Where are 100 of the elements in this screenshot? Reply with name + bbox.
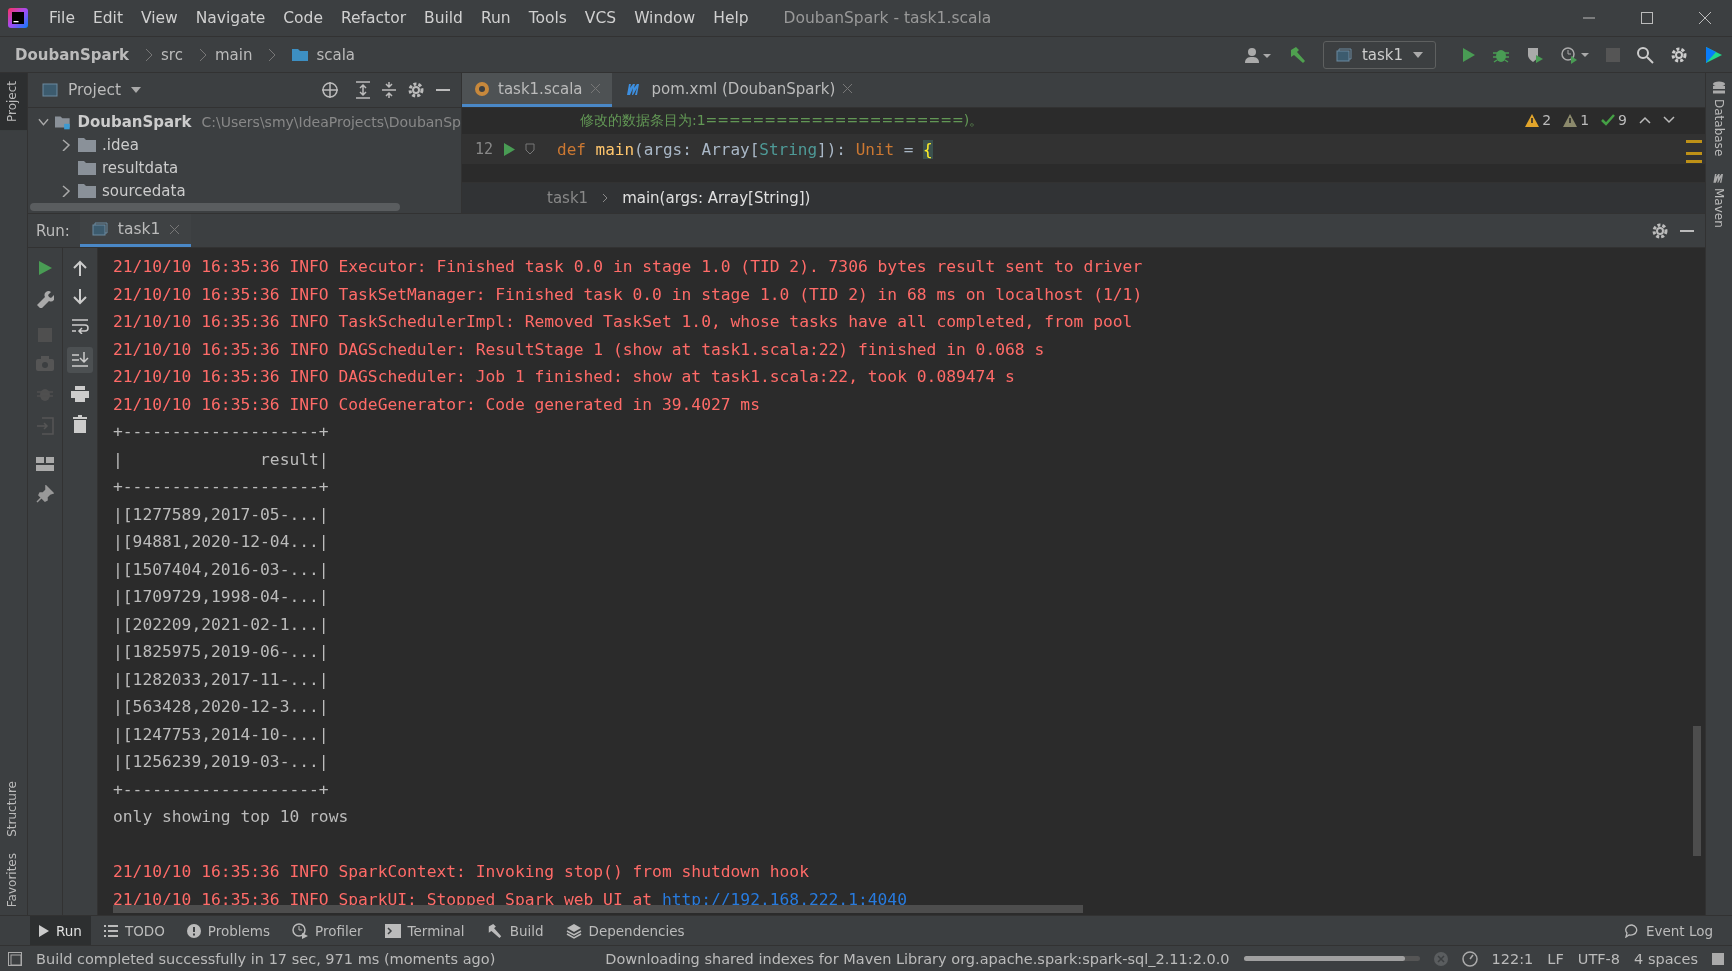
trash-icon[interactable]	[73, 415, 87, 433]
panel-toggle-icon[interactable]	[8, 951, 22, 966]
console-line: |[1709729,1998-04-...|	[113, 586, 330, 608]
console-line: |[1282033,2017-11-...|	[113, 668, 330, 691]
status-message[interactable]: Build completed successfully in 17 sec, 971 ms (moments ago)	[36, 950, 496, 967]
inspection-count[interactable]: 1	[1563, 112, 1590, 128]
tool-window-tab[interactable]: Build	[477, 916, 553, 945]
scrollbar[interactable]	[113, 905, 1083, 913]
tool-window-tab[interactable]: Maven	[1706, 164, 1732, 237]
menu-item[interactable]: Edit	[83, 9, 132, 27]
menu-item[interactable]: Run	[471, 9, 520, 27]
window-title: DoubanSpark - task1.scala	[783, 9, 992, 27]
line-number: 12	[473, 140, 493, 158]
inspection-count[interactable]: 9	[1601, 112, 1627, 128]
fold-icon[interactable]	[525, 143, 535, 155]
scrollbar[interactable]	[1693, 726, 1701, 856]
menu-item[interactable]: Code	[274, 9, 332, 27]
print-icon[interactable]	[71, 386, 89, 402]
menu-item[interactable]: View	[131, 9, 187, 27]
tool-window-tab[interactable]: Structure	[0, 772, 27, 845]
window-icon	[42, 83, 58, 97]
menu-item[interactable]: Help	[704, 9, 758, 27]
chevron-down-icon[interactable]	[1663, 116, 1675, 124]
shield-run-icon[interactable]	[1526, 45, 1544, 64]
log-line: 21/10/10 16:35:36 INFO DAGScheduler: ResultStage 1 (show at task1.scala:22) finished in 0.068 s	[113, 338, 1046, 361]
run-config-dropdown[interactable]: task1	[1322, 40, 1436, 69]
cursor-position[interactable]: 122:1	[1491, 950, 1534, 967]
tree-item[interactable]: resultdata	[28, 156, 461, 179]
plugin-logo-icon[interactable]	[1704, 44, 1724, 65]
tool-window-tab[interactable]: Profiler	[283, 916, 372, 945]
file-encoding[interactable]: UTF-8	[1577, 950, 1621, 967]
breadcrumb-item[interactable]: src	[161, 45, 183, 64]
user-icon[interactable]	[1244, 46, 1273, 63]
expand-all-icon[interactable]	[355, 81, 371, 99]
chevron-icon	[198, 47, 207, 62]
tool-window-tab[interactable]: Terminal	[375, 916, 474, 945]
layout-icon[interactable]	[36, 457, 54, 471]
panel-title[interactable]: Project	[68, 81, 122, 99]
menu-item[interactable]: Window	[625, 9, 705, 27]
run-gutter-icon[interactable]	[503, 142, 515, 156]
breadcrumb-item[interactable]: main	[214, 45, 253, 64]
collapse-all-icon[interactable]	[381, 81, 397, 99]
breadcrumb-item[interactable]: DoubanSpark	[15, 45, 129, 64]
crosshair-icon[interactable]	[321, 81, 339, 99]
scrollbar[interactable]	[30, 203, 400, 211]
soft-wrap-icon[interactable]	[71, 318, 89, 334]
close-icon[interactable]	[1698, 11, 1712, 25]
inspection-count[interactable]: 2	[1525, 112, 1552, 128]
menu-item[interactable]: Build	[415, 9, 472, 27]
tool-window-tab[interactable]: Database	[1706, 73, 1732, 165]
tool-window-tab[interactable]: Project	[0, 73, 27, 131]
run-icon[interactable]	[1460, 46, 1476, 63]
hammer-icon[interactable]	[1288, 45, 1307, 64]
breadcrumb-item[interactable]: task1	[547, 189, 589, 207]
chevron-up-icon[interactable]	[1639, 116, 1651, 124]
list-icon	[103, 924, 118, 937]
arrow-down-icon[interactable]	[73, 289, 87, 305]
tool-window-tab[interactable]: Favorites	[0, 844, 27, 915]
pin-icon[interactable]	[36, 485, 54, 503]
alert-icon	[186, 923, 201, 938]
clock-run-icon[interactable]	[1560, 45, 1590, 64]
settings-icon[interactable]	[1651, 221, 1669, 240]
chevron-icon	[268, 47, 277, 62]
folder-icon	[78, 183, 96, 198]
arrow-up-icon[interactable]	[73, 260, 87, 276]
log-line: 21/10/10 16:35:36 INFO TaskSetManager: Finished task 0.0 in stage 1.0 (TID 2) in 68 ms on localhost (1/1)	[113, 283, 1144, 306]
scroll-to-end-icon[interactable]	[67, 347, 93, 373]
menu-item[interactable]: Navigate	[186, 9, 275, 27]
gauge-icon[interactable]	[1461, 950, 1478, 967]
menu-item[interactable]: File	[40, 9, 84, 27]
run-icon[interactable]	[37, 260, 53, 276]
tool-window-tab[interactable]: Run	[30, 916, 91, 945]
menu-item[interactable]: VCS	[575, 9, 626, 27]
settings-icon[interactable]	[407, 81, 425, 99]
indent-setting[interactable]: 4 spaces	[1634, 950, 1698, 967]
lock-icon[interactable]	[1712, 952, 1724, 965]
tree-item[interactable]: .idea	[28, 133, 461, 156]
maximize-icon[interactable]	[1640, 11, 1654, 25]
menu-item[interactable]: Refactor	[332, 9, 415, 27]
editor-tab[interactable]: task1.scala	[462, 73, 612, 107]
tree-item[interactable]: sourcedata	[28, 179, 461, 202]
tool-window-tab[interactable]: Problems	[177, 916, 280, 945]
console-link[interactable]: http://192.168.222.1:4040	[661, 889, 907, 909]
tool-window-tab[interactable]: TODO	[94, 916, 174, 945]
settings-icon[interactable]	[1670, 45, 1688, 64]
folder-icon	[78, 137, 96, 152]
search-icon[interactable]	[1636, 45, 1654, 64]
wrench-icon[interactable]	[36, 290, 54, 308]
menu-item[interactable]: Tools	[519, 9, 576, 27]
tree-item[interactable]: DoubanSpark C:\Users\smy\IdeaProjects\DoubanSp	[28, 110, 461, 133]
caret-icon[interactable]	[131, 87, 142, 93]
breadcrumb-item[interactable]: main(args: Array[String])	[622, 189, 811, 207]
breadcrumb-item[interactable]: scala	[316, 45, 356, 64]
close-icon[interactable]	[843, 84, 853, 93]
line-separator[interactable]: LF	[1547, 950, 1564, 967]
tool-window-tab[interactable]: Dependencies	[556, 916, 694, 945]
console-line: +--------------------+	[113, 778, 330, 801]
editor-tab[interactable]: pom.xml (DoubanSpark)	[611, 73, 865, 107]
console-line: only showing top 10 rows	[113, 806, 350, 828]
event-log-button[interactable]: Event Log	[1615, 916, 1722, 945]
